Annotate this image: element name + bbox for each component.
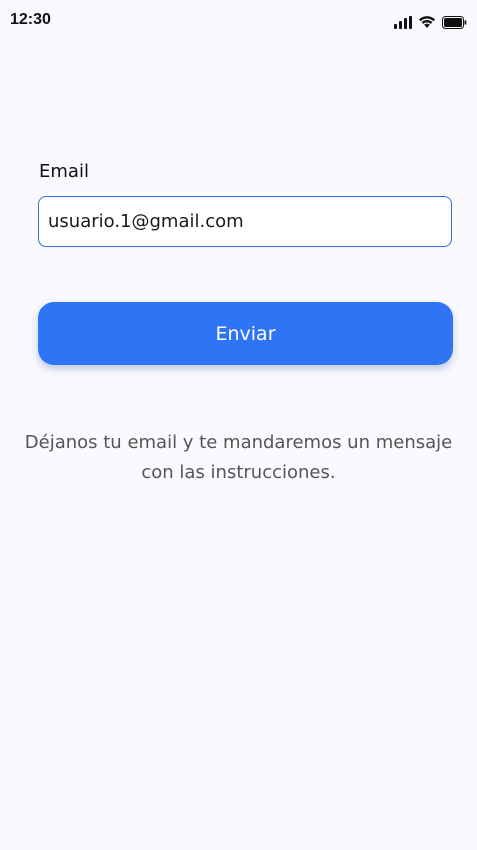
battery-icon: [442, 16, 467, 29]
status-icons: [394, 13, 467, 29]
status-bar: 12:30: [0, 0, 477, 44]
instructions-text: Déjanos tu email y te mandaremos un mens…: [24, 432, 453, 483]
send-button[interactable]: Enviar: [38, 302, 453, 365]
signal-icon: [394, 16, 412, 29]
reset-password-form: Email Enviar Déjanos tu email y te manda…: [0, 44, 477, 850]
email-field[interactable]: [38, 196, 452, 247]
email-label: Email: [39, 161, 89, 182]
status-time: 12:30: [10, 11, 51, 28]
phone-screen: 12:30 Email usuario.1@gmail.com Enviar D…: [0, 0, 477, 850]
wifi-icon: [418, 15, 436, 29]
